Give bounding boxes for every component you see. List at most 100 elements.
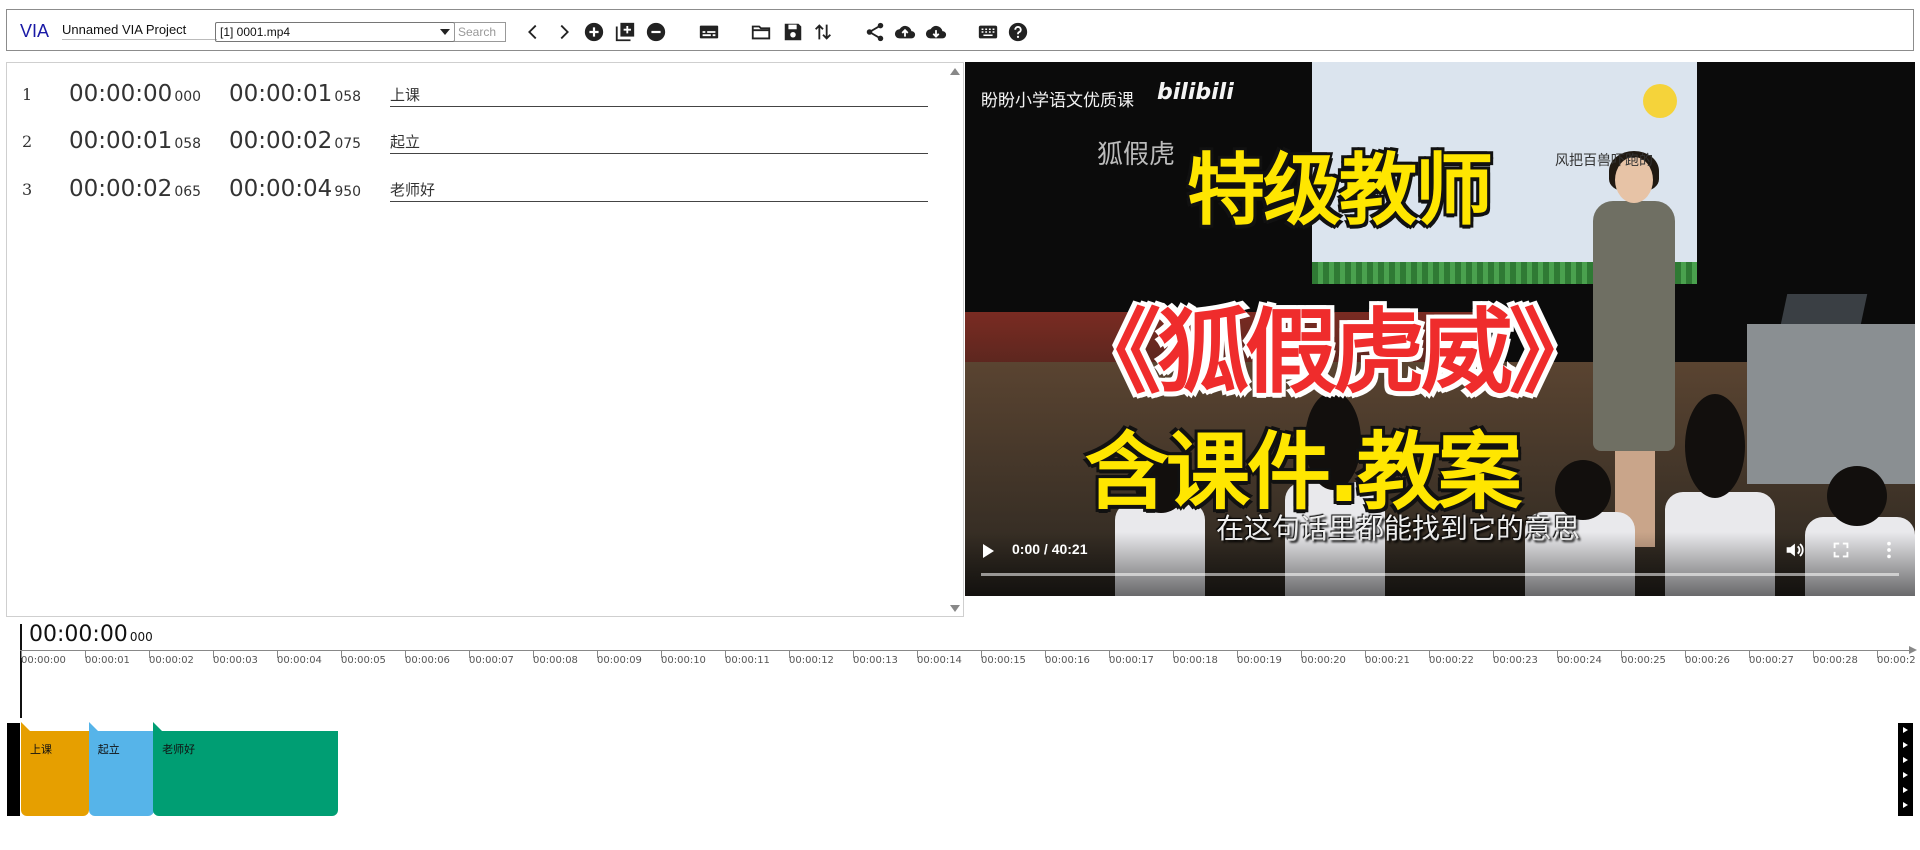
- project-name-input[interactable]: Unnamed VIA Project: [62, 21, 217, 40]
- segment-block[interactable]: 起立: [88, 722, 154, 816]
- timeline-tick-label: 00:00:02: [149, 655, 194, 666]
- chevron-right-icon[interactable]: [552, 20, 576, 44]
- help-icon[interactable]: [1006, 20, 1030, 44]
- more-options-icon[interactable]: [1878, 539, 1900, 561]
- timeline-tick-label: 00:00:16: [1045, 655, 1090, 666]
- timeline-tick-label: 00:00:07: [469, 655, 514, 666]
- timeline-tick-label: 00:00:23: [1493, 655, 1538, 666]
- timeline-tick-label: 00:00:01: [85, 655, 130, 666]
- video-controls: 0:00 / 40:21: [965, 532, 1915, 596]
- segment-label-input[interactable]: 起立: [390, 133, 928, 154]
- segment-flag: [153, 722, 163, 731]
- scroll-right-icon[interactable]: [1903, 742, 1908, 748]
- timeline-tick-label: 00:00:12: [789, 655, 834, 666]
- add-box-icon[interactable]: [613, 20, 637, 44]
- track-start-marker: [7, 723, 20, 816]
- scroll-down-arrow-icon[interactable]: [950, 605, 960, 612]
- playhead-cursor[interactable]: [20, 624, 22, 718]
- segment-end-time[interactable]: 00:00:04 950: [229, 176, 361, 202]
- segment-label-input[interactable]: 上课: [390, 86, 928, 107]
- file-select-value: [1] 0001.mp4: [220, 25, 291, 39]
- timeline-tick-label: 00:00:04: [277, 655, 322, 666]
- segment-start-time[interactable]: 00:00:01 058: [69, 128, 201, 154]
- timeline-tick-label: 00:00:14: [917, 655, 962, 666]
- segment-flag: [21, 722, 30, 731]
- scroll-right-icon[interactable]: [1903, 772, 1908, 778]
- cloud-upload-icon[interactable]: [893, 20, 917, 44]
- timeline-tick-label: 00:00:20: [1301, 655, 1346, 666]
- timeline-tick-label: 00:00:08: [533, 655, 578, 666]
- share-icon[interactable]: [863, 20, 887, 44]
- scroll-up-arrow-icon[interactable]: [950, 68, 960, 75]
- video-title-line-2: 《狐假虎威》: [1069, 299, 1601, 406]
- segment-block-label: 起立: [97, 743, 120, 756]
- segment-row[interactable]: 1 00:00:00 000 00:00:01 058 上课: [7, 71, 947, 111]
- bilibili-logo: bilibili: [1157, 80, 1234, 105]
- segment-label-input[interactable]: 老师好: [390, 181, 928, 202]
- timeline-tick-label: 00:00:22: [1429, 655, 1474, 666]
- channel-name: 盼盼小学语文优质课: [981, 91, 1134, 111]
- timeline-tick-label: 00:00:09: [597, 655, 642, 666]
- board-text: 狐假虎: [1097, 140, 1176, 170]
- folder-open-icon[interactable]: [749, 20, 773, 44]
- keyboard-icon[interactable]: [976, 20, 1000, 44]
- swap-vert-icon[interactable]: [811, 20, 835, 44]
- remove-circle-icon[interactable]: [644, 20, 668, 44]
- track-scroll-right[interactable]: [1898, 723, 1913, 816]
- scroll-right-icon[interactable]: [1903, 757, 1908, 763]
- cloud-download-icon[interactable]: [924, 20, 948, 44]
- timeline-tick-label: 00:00:2: [1877, 655, 1916, 666]
- current-time-display: 00:00:00 000: [29, 622, 153, 647]
- chevron-down-icon: [440, 29, 450, 35]
- timeline-tick-label: 00:00:18: [1173, 655, 1218, 666]
- fullscreen-icon[interactable]: [1830, 539, 1852, 561]
- segment-block-label: 上课: [30, 743, 52, 756]
- timeline-tick-label: 00:00:03: [213, 655, 258, 666]
- video-progress-bar[interactable]: [981, 573, 1899, 576]
- scroll-right-icon[interactable]: [1903, 802, 1908, 808]
- scroll-right-icon[interactable]: [1903, 727, 1908, 733]
- segment-index: 2: [22, 132, 33, 151]
- segment-index: 1: [22, 85, 33, 104]
- timeline-tick-label: 00:00:21: [1365, 655, 1410, 666]
- chevron-left-icon[interactable]: [521, 20, 545, 44]
- timeline-ruler[interactable]: [20, 650, 1912, 651]
- podium: [1747, 324, 1915, 484]
- timeline-tick-label: 00:00:24: [1557, 655, 1602, 666]
- add-circle-icon[interactable]: [582, 20, 606, 44]
- board-text: 风把百兽吓跑的: [1555, 153, 1653, 169]
- timeline-tick-label: 00:00:26: [1685, 655, 1730, 666]
- segment-end-time[interactable]: 00:00:02 075: [229, 128, 361, 154]
- scroll-right-icon[interactable]: [1903, 787, 1908, 793]
- student-head: [1827, 466, 1887, 526]
- search-input[interactable]: Search: [454, 22, 506, 42]
- segment-index: 3: [22, 180, 33, 199]
- timeline-tick-label: 00:00:00: [21, 655, 66, 666]
- segment-list: 1 00:00:00 000 00:00:01 058 上课 2 00:00:01 0…: [6, 62, 964, 617]
- segment-start-time[interactable]: 00:00:02 065: [69, 176, 201, 202]
- timeline-tick-label: 00:00:05: [341, 655, 386, 666]
- timeline-tick-label: 00:00:25: [1621, 655, 1666, 666]
- volume-icon[interactable]: [1783, 539, 1805, 561]
- segment-row[interactable]: 2 00:00:01 058 00:00:02 075 起立: [7, 118, 947, 158]
- timeline-tick-label: 00:00:06: [405, 655, 450, 666]
- play-icon[interactable]: [983, 544, 994, 558]
- segment-row[interactable]: 3 00:00:02 065 00:00:04 950 老师好: [7, 166, 947, 206]
- timeline-tick-label: 00:00:17: [1109, 655, 1154, 666]
- file-select[interactable]: [1] 0001.mp4: [215, 22, 455, 42]
- timeline-tick-label: 00:00:19: [1237, 655, 1282, 666]
- video-player[interactable]: 盼盼小学语文优质课 bilibili 狐假虎 风把百兽吓跑的 特级教师 《狐假虎…: [965, 62, 1915, 596]
- timeline-tick-label: 00:00:27: [1749, 655, 1794, 666]
- via-logo[interactable]: VIA: [20, 21, 49, 42]
- save-icon[interactable]: [781, 20, 805, 44]
- segment-start-time[interactable]: 00:00:00 000: [69, 81, 201, 107]
- segment-block[interactable]: 老师好: [153, 722, 338, 816]
- timeline-tick-label: 00:00:28: [1813, 655, 1858, 666]
- toolbar: VIA Unnamed VIA Project [1] 0001.mp4 Sea…: [6, 9, 1914, 51]
- segment-block[interactable]: 上课: [21, 722, 89, 816]
- segment-block-label: 老师好: [162, 743, 196, 756]
- timeline-tick-label: 00:00:13: [853, 655, 898, 666]
- sun-drawing: [1643, 84, 1677, 118]
- subtitles-icon[interactable]: [697, 20, 721, 44]
- segment-end-time[interactable]: 00:00:01 058: [229, 81, 361, 107]
